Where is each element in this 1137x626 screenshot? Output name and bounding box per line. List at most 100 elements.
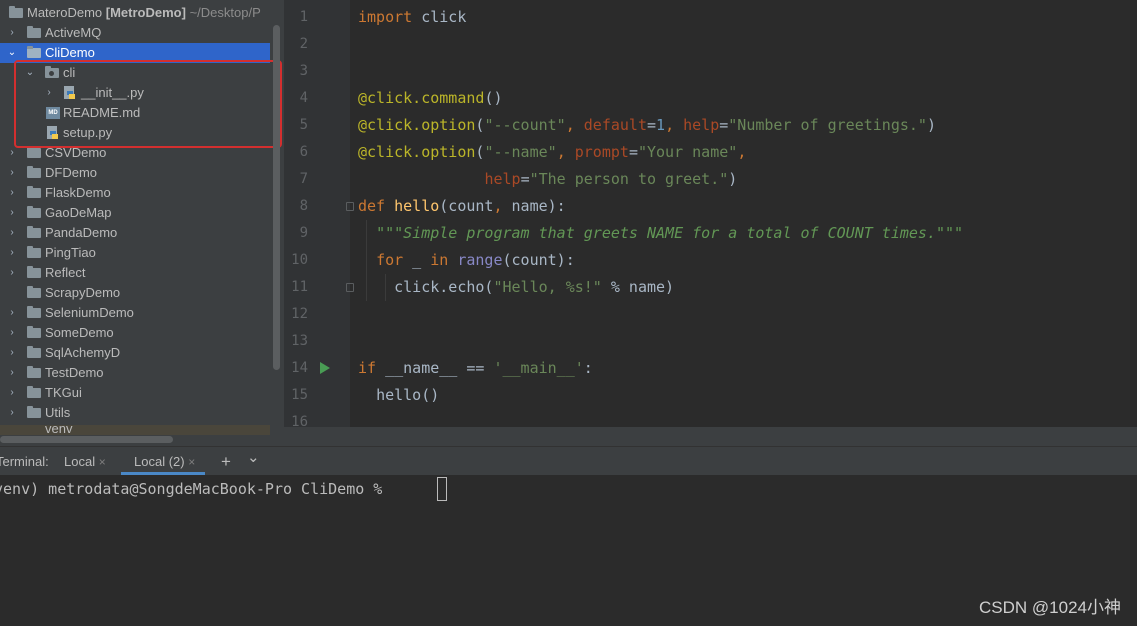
line-number: 7	[299, 171, 308, 187]
tree-item-testdemo[interactable]: › TestDemo	[0, 363, 270, 383]
tree-item-somedemo[interactable]: › SomeDemo	[0, 323, 270, 343]
code-line-15[interactable]: hello()	[358, 382, 439, 409]
tree-item-flaskdemo[interactable]: › FlaskDemo	[0, 183, 270, 203]
tree-item-reflect[interactable]: › Reflect	[0, 263, 270, 283]
code-line-10[interactable]: for _ in range(count):	[358, 247, 575, 274]
code-line-7[interactable]: help="The person to greet.")	[358, 166, 737, 193]
chevron-right-icon[interactable]: ›	[6, 363, 18, 383]
root-name: MateroDemo	[27, 5, 103, 20]
line-number: 16	[291, 414, 308, 427]
tree-item-scrapydemo[interactable]: ScrapyDemo	[0, 283, 270, 303]
function-name: hello	[394, 197, 440, 215]
tree-item-venv[interactable]: venv	[0, 421, 270, 436]
decorator: @click.option	[358, 116, 476, 134]
keyword: in	[430, 251, 449, 269]
keyword: for	[376, 251, 404, 269]
editor-gutter: 1 2 3 4 5 6 7 8 9 10 11 12 13 14 15 16	[284, 0, 354, 427]
tree-item-label: GaoDeMap	[45, 205, 112, 220]
sidebar-vertical-scrollbar[interactable]	[273, 25, 280, 370]
folder-icon	[27, 46, 41, 58]
code-line-8[interactable]: def hello(count, name):	[358, 193, 566, 220]
tree-item-label: ActiveMQ	[45, 25, 102, 40]
code-line-5[interactable]: @click.option("--count", default=1, help…	[358, 112, 936, 139]
line-number: 14	[291, 360, 308, 376]
terminal-prompt: venv) metrodata@SongdeMacBook-Pro CliDem…	[0, 480, 392, 498]
folder-icon	[27, 26, 41, 38]
fold-icon[interactable]	[346, 202, 354, 211]
chevron-right-icon[interactable]: ›	[6, 203, 18, 223]
tree-item-activemq[interactable]: › ActiveMQ	[0, 23, 270, 43]
run-icon[interactable]	[320, 362, 330, 374]
chevron-right-icon[interactable]: ›	[6, 243, 18, 263]
chevron-right-icon[interactable]: ›	[6, 303, 18, 323]
keyword: def	[358, 197, 386, 215]
tree-item-utils[interactable]: › Utils	[0, 403, 270, 423]
line-number: 8	[299, 198, 308, 214]
code-text: =	[647, 116, 657, 134]
line-number: 6	[299, 144, 308, 160]
tree-item-seleniumdemo[interactable]: › SeleniumDemo	[0, 303, 270, 323]
folder-icon	[27, 406, 41, 418]
code-line-6[interactable]: @click.option("--name", prompt="Your nam…	[358, 139, 746, 166]
folder-icon	[27, 326, 41, 338]
chevron-down-icon[interactable]: ⌄	[247, 443, 260, 471]
code-line-9[interactable]: """Simple program that greets NAME for a…	[358, 220, 963, 247]
code-text: =	[520, 170, 530, 188]
chevron-right-icon[interactable]: ›	[6, 163, 18, 183]
chevron-right-icon[interactable]: ›	[6, 263, 18, 283]
keyword-argument: help	[683, 116, 720, 134]
tree-item-label: PandaDemo	[45, 225, 118, 240]
tree-root[interactable]: MateroDemo [MetroDemo] ~/Desktop/P	[0, 3, 270, 23]
line-number: 10	[291, 252, 308, 268]
string-literal: "Your name"	[637, 143, 738, 161]
close-icon[interactable]: ×	[188, 455, 195, 469]
tree-item-tkgui[interactable]: › TKGui	[0, 383, 270, 403]
code-text: name):	[502, 197, 566, 215]
tree-item-dfdemo[interactable]: › DFDemo	[0, 163, 270, 183]
code-text: ()	[484, 89, 503, 107]
terminal-toolbar: Terminal: Local × Local (2) × + ⌄	[0, 446, 1137, 475]
chevron-right-icon[interactable]: ›	[6, 403, 18, 423]
code-line-1[interactable]: import click	[358, 4, 466, 31]
line-number: 13	[291, 333, 308, 349]
tree-item-sqlachemyd[interactable]: › SqlAchemyD	[0, 343, 270, 363]
tab-local[interactable]: Local ×	[64, 447, 106, 475]
chevron-right-icon[interactable]: ›	[6, 183, 18, 203]
add-tab-icon[interactable]: +	[221, 447, 231, 475]
code-text: hello()	[376, 386, 440, 404]
code-line-14[interactable]: if __name__ == '__main__':	[358, 355, 593, 382]
project-tree: MateroDemo [MetroDemo] ~/Desktop/P › Act…	[0, 0, 284, 446]
code-text: (count):	[502, 251, 575, 269]
code-text: click.echo(	[394, 278, 494, 296]
code-line-11[interactable]: click.echo("Hello, %s!" % name)	[358, 274, 674, 301]
folder-icon	[27, 386, 41, 398]
chevron-right-icon[interactable]: ›	[6, 23, 18, 43]
line-number: 15	[291, 387, 308, 403]
chevron-right-icon[interactable]: ›	[6, 343, 18, 363]
root-module: [MetroDemo]	[105, 5, 186, 20]
tab-label: Local	[64, 454, 96, 469]
tree-item-gaodemap[interactable]: › GaoDeMap	[0, 203, 270, 223]
terminal-cursor	[437, 477, 447, 501]
folder-icon	[27, 246, 41, 258]
tree-item-label: DFDemo	[45, 165, 98, 180]
chevron-right-icon[interactable]: ›	[6, 323, 18, 343]
comma: ,	[493, 197, 503, 215]
chevron-right-icon[interactable]: ›	[6, 383, 18, 403]
tree-item-pandademo[interactable]: › PandaDemo	[0, 223, 270, 243]
terminal-label: Terminal:	[0, 454, 49, 469]
tab-local-2[interactable]: Local (2) ×	[134, 447, 195, 475]
fold-icon[interactable]	[346, 283, 354, 292]
chevron-right-icon[interactable]: ›	[6, 223, 18, 243]
folder-icon	[27, 266, 41, 278]
terminal-panel[interactable]: venv) metrodata@SongdeMacBook-Pro CliDem…	[0, 475, 1137, 626]
keyword-argument: help	[484, 170, 521, 188]
code-line-4[interactable]: @click.command()	[358, 85, 503, 112]
sidebar-horizontal-scrollbar[interactable]	[0, 436, 173, 443]
tree-item-pingtiao[interactable]: › PingTiao	[0, 243, 270, 263]
line-number: 9	[299, 225, 308, 241]
code-text: (count	[439, 197, 494, 215]
code-editor[interactable]: 1 2 3 4 5 6 7 8 9 10 11 12 13 14 15 16 i…	[284, 0, 1137, 427]
close-icon[interactable]: ×	[99, 455, 106, 469]
